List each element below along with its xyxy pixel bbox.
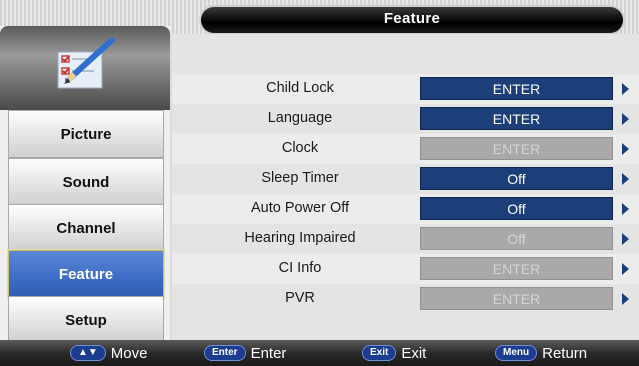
arrow-right-icon[interactable] <box>622 143 629 155</box>
row-label: Language <box>267 110 333 126</box>
arrow-right-icon[interactable] <box>622 113 629 125</box>
menu-key-icon: Menu <box>495 345 538 361</box>
arrow-right-icon[interactable] <box>622 263 629 275</box>
page-title: Feature <box>383 10 441 27</box>
hint-label: Enter <box>250 344 287 362</box>
pvr-value[interactable]: ENTER <box>420 287 613 310</box>
sidebar-item-picture[interactable]: Picture <box>8 110 164 158</box>
hint-label: Exit <box>401 344 427 362</box>
ci-info-value[interactable]: ENTER <box>420 257 613 280</box>
arrows-key-icon: ▲▼ <box>70 345 106 361</box>
arrow-right-icon[interactable] <box>622 203 629 215</box>
row-label: Sleep Timer <box>261 170 339 186</box>
arrow-right-icon[interactable] <box>622 173 629 185</box>
sidebar-item-sound[interactable]: Sound <box>8 158 164 206</box>
exit-key-icon: Exit <box>362 345 397 361</box>
language-value[interactable]: ENTER <box>420 107 613 130</box>
row-label: PVR <box>285 290 315 306</box>
enter-key-icon: Enter <box>204 345 246 361</box>
row-label: Hearing Impaired <box>244 230 356 246</box>
hint-label: Move <box>110 344 148 362</box>
sleep-timer-value[interactable]: Off <box>420 167 613 190</box>
clock-value[interactable]: ENTER <box>420 137 613 160</box>
sidebar-item-channel[interactable]: Channel <box>8 204 164 252</box>
sidebar-item-feature[interactable]: Feature <box>8 250 164 298</box>
row-label: Clock <box>281 140 319 156</box>
row-label: Child Lock <box>266 80 334 96</box>
hearing-impaired-value[interactable]: Off <box>420 227 613 250</box>
arrow-right-icon[interactable] <box>622 233 629 245</box>
child-lock-value[interactable]: ENTER <box>420 77 613 100</box>
hint-move: ▲▼ Move <box>70 343 147 363</box>
row-label: CI Info <box>278 260 322 276</box>
hint-label: Return <box>542 344 588 362</box>
hint-enter: Enter Enter <box>204 343 286 363</box>
hint-return: Menu Return <box>495 343 587 363</box>
checklist-pencil-icon <box>54 37 116 96</box>
sidebar-item-setup[interactable]: Setup <box>8 296 164 344</box>
arrow-right-icon[interactable] <box>622 83 629 95</box>
arrow-right-icon[interactable] <box>622 293 629 305</box>
row-label: Auto Power Off <box>250 200 350 216</box>
auto-power-off-value[interactable]: Off <box>420 197 613 220</box>
hint-exit: Exit Exit <box>362 343 426 363</box>
